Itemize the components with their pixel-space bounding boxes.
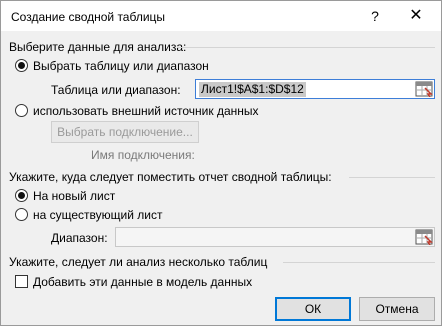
- model-section-heading: Укажите, следует ли анализ несколько таб…: [9, 255, 268, 269]
- add-to-model-label[interactable]: Добавить эти данные в модель данных: [33, 275, 252, 289]
- cancel-button[interactable]: Отмена: [359, 297, 435, 321]
- connection-name-label: Имя подключения:: [91, 148, 195, 162]
- radio-external-source[interactable]: [15, 104, 28, 117]
- radio-existing-sheet[interactable]: [15, 208, 28, 221]
- source-section-heading: Выберите данные для анализа:: [9, 40, 187, 54]
- location-range-input[interactable]: [115, 227, 435, 247]
- section-divider: [177, 47, 435, 48]
- radio-external-source-label[interactable]: использовать внешний источник данных: [33, 104, 259, 118]
- add-to-model-checkbox[interactable]: [15, 275, 28, 288]
- radio-new-sheet-label[interactable]: На новый лист: [33, 189, 115, 203]
- table-range-input[interactable]: Лист1!$A$1:$D$12: [195, 79, 435, 99]
- radio-new-sheet[interactable]: [15, 189, 28, 202]
- location-range-label: Диапазон:: [51, 231, 108, 245]
- table-range-label: Таблица или диапазон:: [51, 83, 181, 97]
- help-button[interactable]: ?: [363, 5, 387, 27]
- choose-connection-button[interactable]: Выбрать подключение...: [51, 121, 199, 143]
- range-collapse-icon[interactable]: [415, 229, 433, 245]
- radio-existing-sheet-label[interactable]: на существующий лист: [33, 208, 162, 222]
- ok-button[interactable]: ОК: [275, 297, 351, 321]
- title-bar: Создание сводной таблицы ? ✕: [1, 1, 441, 31]
- section-divider: [349, 177, 435, 178]
- section-divider: [283, 262, 435, 263]
- range-collapse-icon[interactable]: [415, 81, 433, 97]
- radio-select-table[interactable]: [15, 59, 28, 72]
- dialog-title: Создание сводной таблицы: [11, 10, 166, 24]
- radio-select-table-label[interactable]: Выбрать таблицу или диапазон: [33, 59, 209, 73]
- placement-section-heading: Укажите, куда следует поместить отчет св…: [9, 170, 332, 184]
- close-button[interactable]: ✕: [397, 3, 435, 29]
- table-range-value: Лист1!$A$1:$D$12: [199, 82, 306, 97]
- create-pivot-table-dialog: Создание сводной таблицы ? ✕ Выберите да…: [0, 0, 442, 326]
